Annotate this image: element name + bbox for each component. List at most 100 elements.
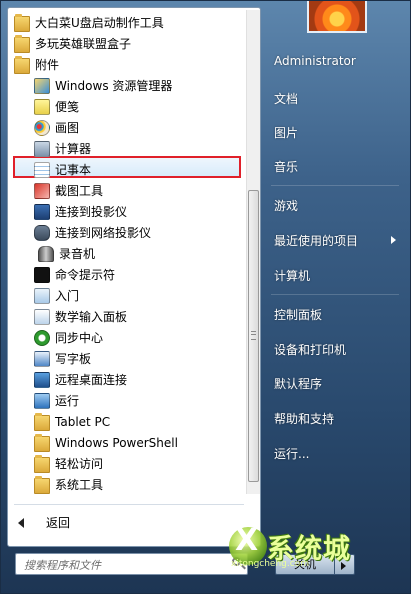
command-prompt-icon [34,266,50,283]
program-item[interactable]: 画图 [34,117,79,138]
scrollbar-thumb[interactable] [248,190,259,482]
program-label: 轻松访问 [55,457,104,471]
program-label: 计算器 [55,142,92,156]
microphone-icon [38,245,54,262]
search-input[interactable]: 搜索程序和文件 [15,553,248,575]
program-item[interactable]: 数学输入面板 [34,306,127,327]
menu-item-default-programs[interactable]: 默认程序 [274,375,322,392]
folder-icon [14,34,30,53]
program-label: Windows 资源管理器 [55,79,173,93]
shutdown-options-button[interactable] [335,554,355,575]
divider [14,504,244,505]
program-item[interactable]: 录音机 [34,243,95,264]
divider [271,185,399,186]
folder-icon [34,412,50,431]
menu-item-documents[interactable]: 文档 [274,90,298,107]
menu-item-games[interactable]: 游戏 [274,197,298,214]
program-item[interactable]: 轻松访问 [34,453,103,474]
program-item[interactable]: 写字板 [34,348,91,369]
search-placeholder: 搜索程序和文件 [24,559,101,572]
program-label: 连接到投影仪 [55,205,128,219]
program-label: 便笺 [55,100,80,114]
program-label: 系统工具 [55,478,104,492]
program-item[interactable]: 远程桌面连接 [34,369,127,390]
program-label: 入门 [55,289,80,303]
program-label: 连接到网络投影仪 [55,226,152,240]
menu-item-control-panel[interactable]: 控制面板 [274,306,322,323]
program-item-selected[interactable]: 记事本 [34,159,91,180]
folder-icon [34,454,50,473]
program-label: 多玩英雄联盟盒子 [35,37,132,51]
program-label: 记事本 [55,163,92,177]
projector-icon [34,203,50,220]
menu-item-computer[interactable]: 计算机 [274,267,310,284]
program-label: 大白菜U盘启动制作工具 [35,16,164,30]
calculator-icon [34,140,50,157]
search-icon[interactable] [232,557,241,566]
program-item[interactable]: 连接到投影仪 [34,201,127,222]
program-item[interactable]: 附件 [14,54,59,75]
program-item[interactable]: Windows 资源管理器 [34,75,172,96]
menu-item-help-support[interactable]: 帮助和支持 [274,410,334,427]
program-label: 画图 [55,121,80,135]
remote-desktop-icon [34,371,50,388]
program-label: 写字板 [55,352,92,366]
network-projector-icon [34,224,50,241]
divider [271,294,399,295]
menu-item-recent-items[interactable]: 最近使用的项目 [274,232,358,249]
menu-item-run[interactable]: 运行... [274,445,309,462]
back-button[interactable]: 返回 [18,514,70,531]
sync-center-icon [34,329,50,346]
user-avatar[interactable] [307,1,367,33]
getting-started-icon [34,287,50,304]
program-label: 录音机 [59,247,96,261]
back-arrow-icon [18,517,24,528]
program-item[interactable]: 同步中心 [34,327,103,348]
folder-icon [14,55,30,74]
paint-icon [34,119,50,136]
start-menu: 大白菜U盘启动制作工具 多玩英雄联盟盒子 附件 Windows 资源管理器 便笺画图计算… [0,0,411,594]
menu-item-pictures[interactable]: 图片 [274,124,298,141]
shutdown-button[interactable]: 关机 [275,554,335,575]
folder-icon [14,13,30,32]
program-item[interactable]: 连接到网络投影仪 [34,222,151,243]
explorer-icon [34,77,50,94]
back-label: 返回 [46,516,71,530]
submenu-arrow-icon [391,236,396,244]
program-item[interactable]: 截图工具 [34,180,103,201]
programs-pane: 大白菜U盘启动制作工具 多玩英雄联盟盒子 附件 Windows 资源管理器 便笺画图计算… [7,7,261,547]
program-item[interactable]: 多玩英雄联盟盒子 [14,33,131,54]
programs-scrollbar[interactable] [246,10,260,494]
program-item[interactable]: Windows PowerShell [34,432,178,453]
snipping-tool-icon [34,182,50,199]
program-label: 数学输入面板 [55,310,128,324]
program-label: 命令提示符 [55,268,116,282]
program-label: Windows PowerShell [55,435,178,450]
program-item[interactable]: Tablet PC [34,411,110,432]
program-label: 同步中心 [55,331,104,345]
program-label: 运行 [55,394,80,408]
program-item[interactable]: 计算器 [34,138,91,159]
program-item[interactable]: 便笺 [34,96,79,117]
wordpad-icon [34,350,50,367]
programs-list: 大白菜U盘启动制作工具 多玩英雄联盟盒子 附件 Windows 资源管理器 便笺画图计算… [8,8,244,498]
scrollbar-grip-icon [251,331,256,340]
program-item[interactable]: 入门 [34,285,79,306]
user-name-item[interactable]: Administrator [274,54,356,68]
menu-item-devices-printers[interactable]: 设备和打印机 [274,341,346,358]
math-input-icon [34,308,50,325]
notepad-icon [34,161,50,178]
folder-icon [34,475,50,494]
program-label: 截图工具 [55,184,104,198]
sticky-notes-icon [34,98,50,115]
program-item[interactable]: 运行 [34,390,79,411]
program-label: Tablet PC [55,414,111,429]
program-item[interactable]: 命令提示符 [34,264,115,285]
program-item[interactable]: 大白菜U盘启动制作工具 [14,12,164,33]
program-item[interactable]: 系统工具 [34,474,103,495]
program-label: 远程桌面连接 [55,373,128,387]
menu-item-music[interactable]: 音乐 [274,158,298,175]
folder-icon [34,433,50,452]
program-label: 附件 [35,58,60,72]
run-icon [34,392,50,409]
